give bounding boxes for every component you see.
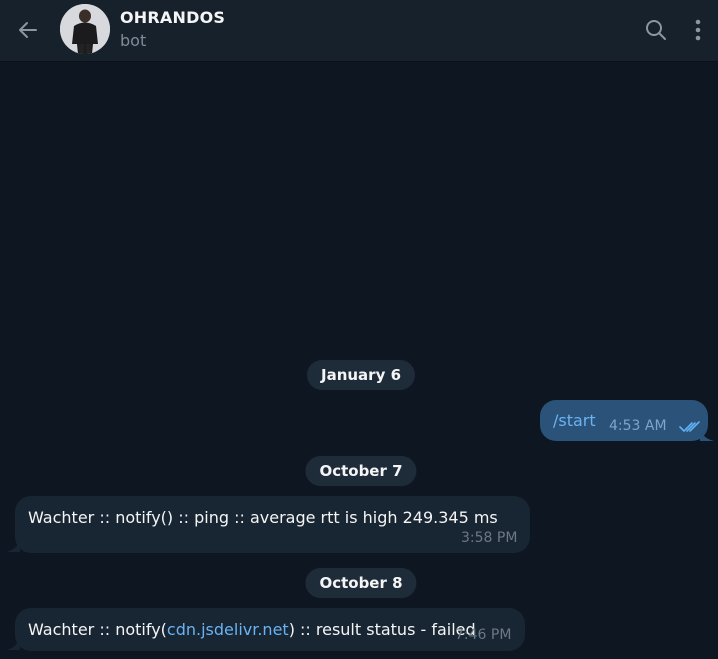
chat-subtitle: bot [120, 31, 147, 50]
chat-header: OHRANDOS bot [0, 0, 718, 62]
date-separator: January 6 [306, 360, 416, 390]
message-time: 4:53 AM [609, 418, 667, 434]
bubble-tail [6, 539, 20, 552]
message-time: 3:58 PM [461, 530, 518, 546]
incoming-message[interactable]: Wachter :: notify() :: ping :: average r… [15, 496, 530, 553]
message-time: 7:46 PM [455, 627, 512, 643]
bubble-tail [700, 428, 714, 441]
avatar[interactable] [60, 4, 110, 54]
outgoing-message[interactable]: /start 4:53 AM [540, 400, 708, 441]
incoming-message[interactable]: Wachter :: notify(cdn.jsdelivr.net) :: r… [15, 608, 525, 651]
message-text: Wachter :: notify(cdn.jsdelivr.net) :: r… [28, 620, 476, 639]
double-check-icon [679, 421, 700, 432]
arrow-left-icon [19, 22, 37, 38]
date-separator: October 8 [305, 568, 417, 598]
message-link[interactable]: cdn.jsdelivr.net [167, 620, 289, 639]
message-text: Wachter :: notify() :: ping :: average r… [28, 508, 498, 527]
back-button[interactable] [14, 16, 42, 44]
more-options-button[interactable] [686, 16, 710, 44]
date-separator: October 7 [305, 456, 417, 486]
more-vertical-icon [695, 19, 701, 41]
message-text-after: ) :: result status - failed [288, 620, 476, 639]
search-icon [646, 20, 666, 40]
message-text[interactable]: /start [553, 411, 596, 430]
chat-title[interactable]: OHRANDOS [120, 8, 225, 27]
search-button[interactable] [643, 17, 669, 43]
message-text-before: Wachter :: notify( [28, 620, 167, 639]
bubble-tail [6, 637, 20, 650]
